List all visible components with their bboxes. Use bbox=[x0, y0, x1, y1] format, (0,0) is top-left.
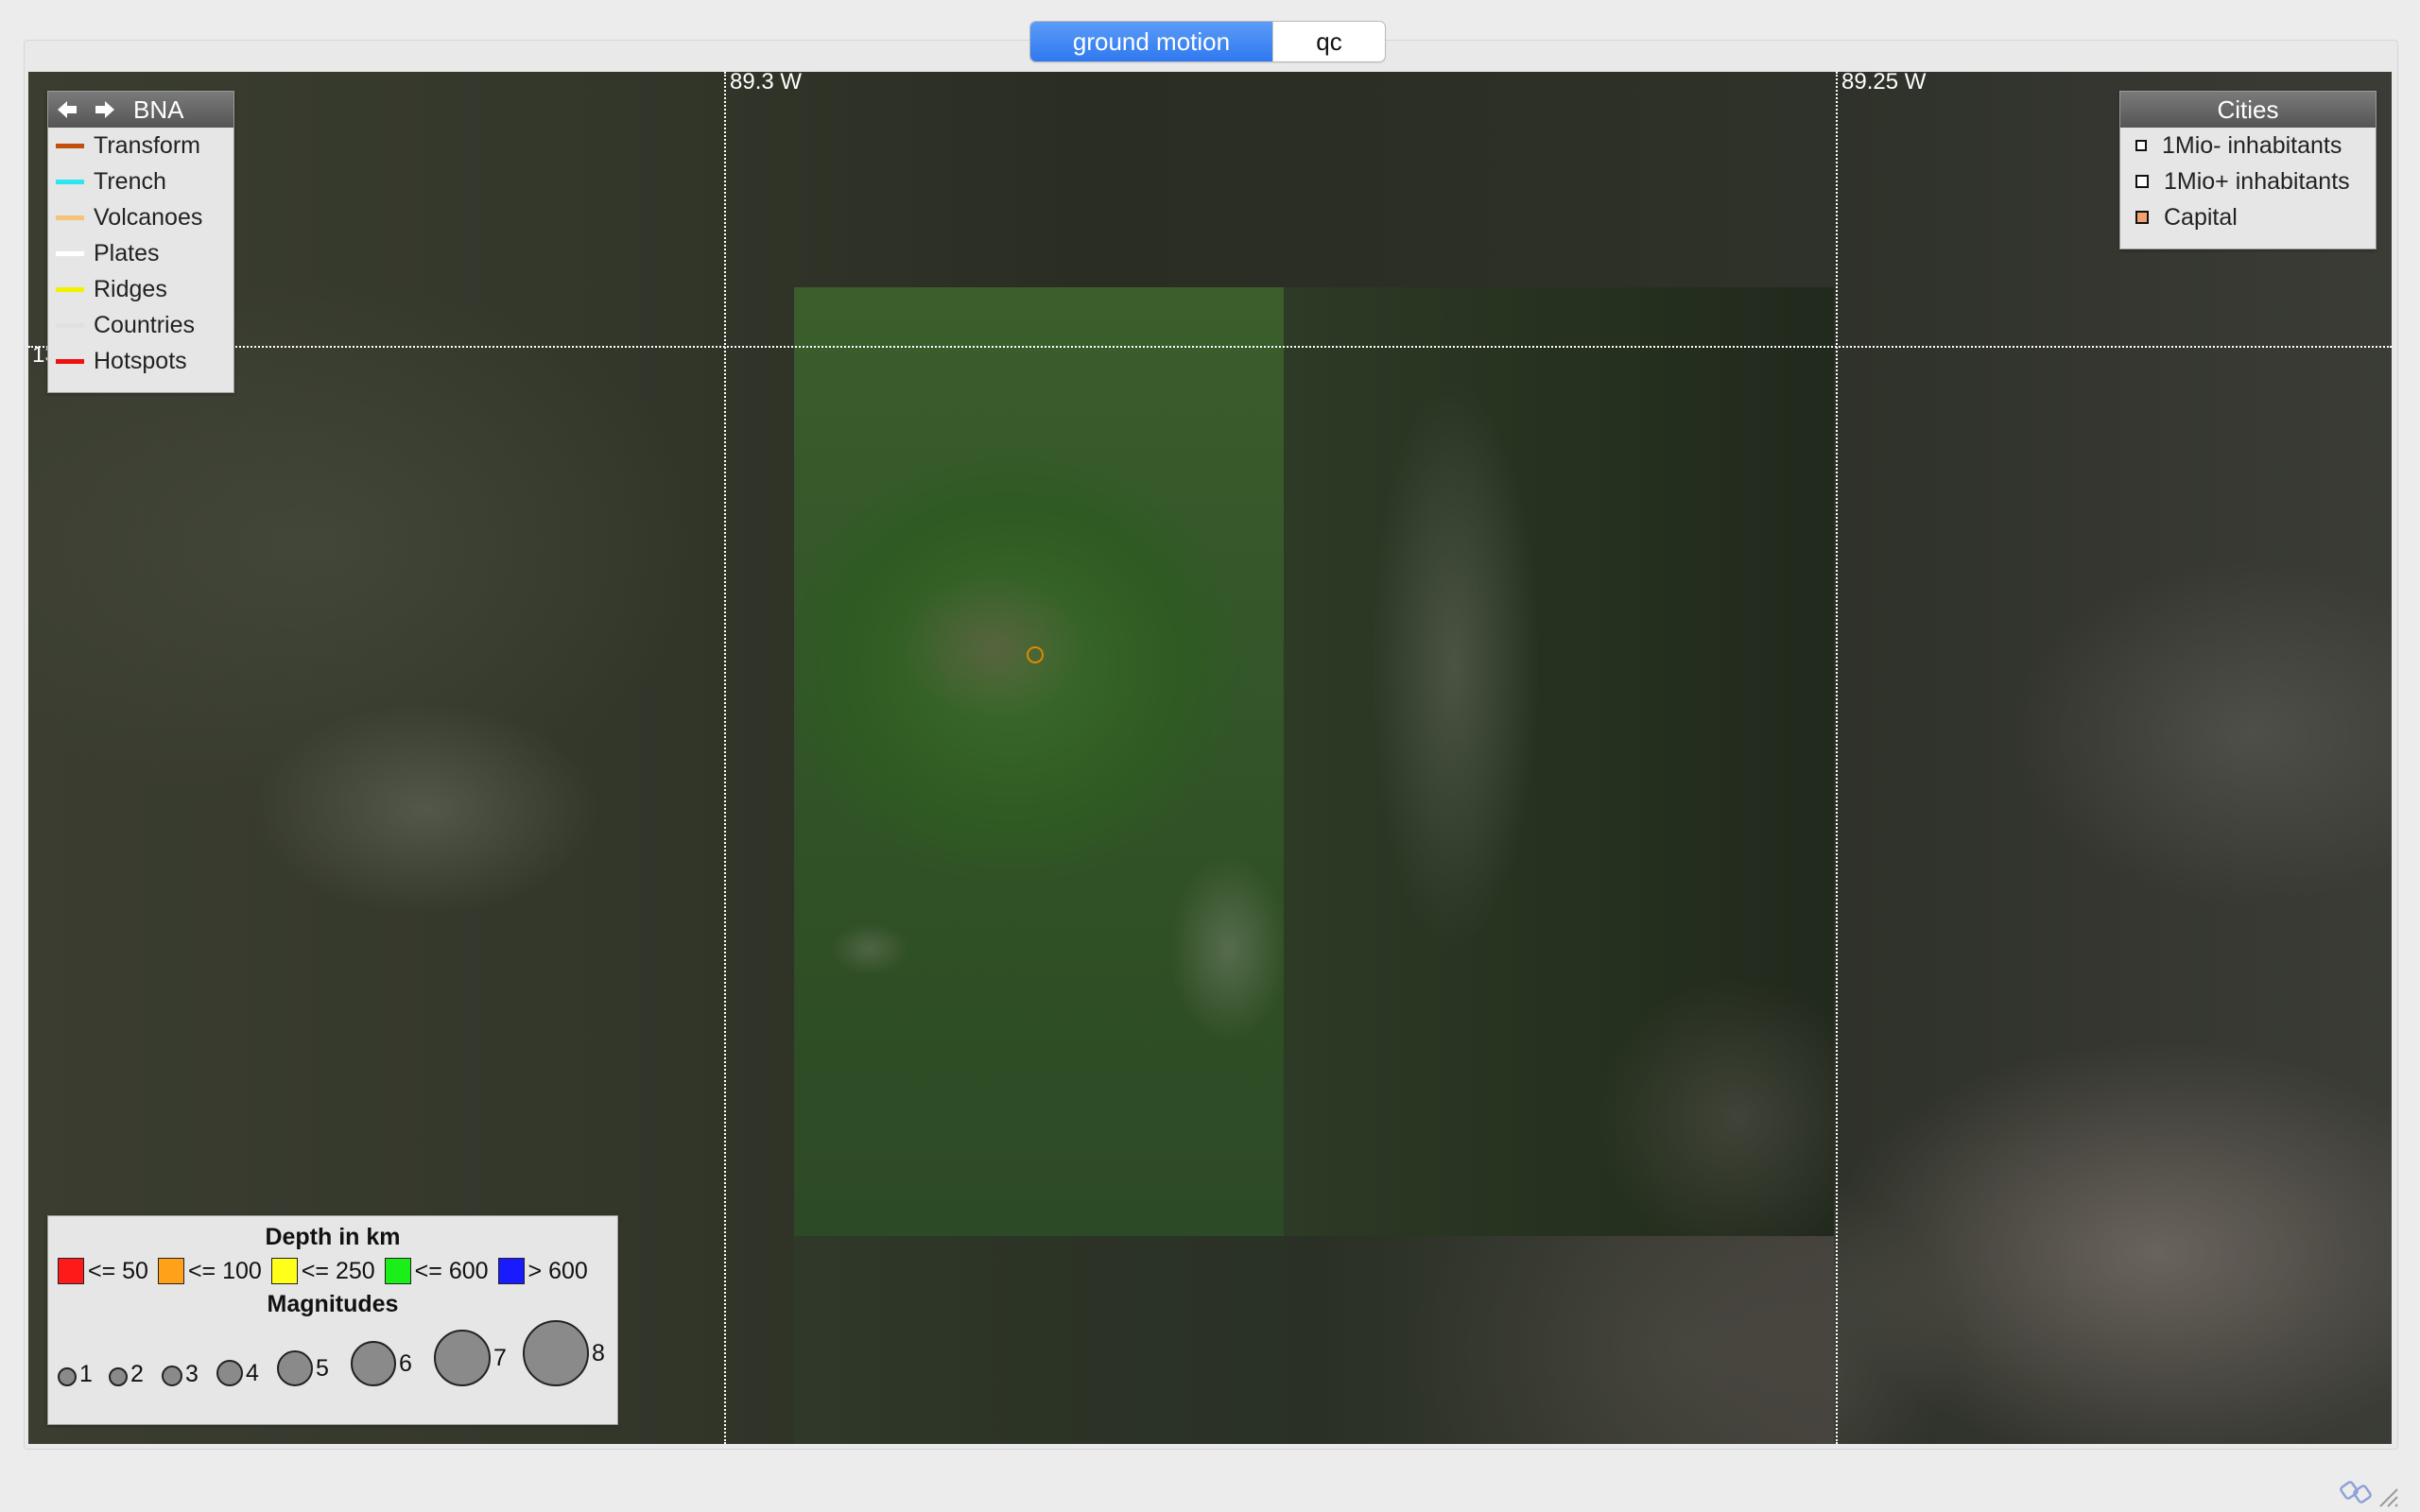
magnitude-legend-item: 7 bbox=[434, 1330, 507, 1386]
magnitude-legend-item: 8 bbox=[523, 1320, 605, 1386]
depth-legend-item: <= 250 bbox=[270, 1257, 375, 1285]
city-legend-item: 1Mio- inhabitants bbox=[2120, 128, 2376, 163]
cities-legend-title: Cities bbox=[2120, 92, 2376, 128]
city-legend-label: 1Mio- inhabitants bbox=[2162, 131, 2342, 159]
depth-legend-item: <= 50 bbox=[58, 1258, 148, 1285]
magnitude-legend-item: 2 bbox=[109, 1362, 144, 1386]
depth-legend-row: <= 50 <= 100 <= 250 <= 600 > 600 bbox=[48, 1251, 617, 1291]
layer-label: Trench bbox=[94, 167, 166, 195]
magnitude-label: 7 bbox=[493, 1345, 507, 1371]
magnitude-circle-icon bbox=[434, 1330, 491, 1386]
depth-legend-label: <= 100 bbox=[187, 1257, 262, 1284]
magnitude-circle-icon bbox=[162, 1366, 182, 1386]
layer-label: Volcanoes bbox=[94, 203, 203, 231]
depth-magnitude-legend: Depth in km <= 50 <= 100 <= 250 <= 600 > 600… bbox=[47, 1215, 618, 1425]
city-legend-label: 1Mio+ inhabitants bbox=[2164, 167, 2350, 195]
magnitude-circle-icon bbox=[277, 1350, 313, 1386]
layer-item-countries[interactable]: Countries bbox=[48, 307, 233, 343]
city-marker-icon bbox=[2135, 140, 2147, 151]
tab-qc[interactable]: qc bbox=[1272, 22, 1385, 61]
magnitude-circle-icon bbox=[351, 1341, 396, 1386]
satellite-tile-south bbox=[794, 1236, 1834, 1444]
layer-item-transform[interactable]: Transform bbox=[48, 128, 233, 163]
magnitude-circle-icon bbox=[216, 1360, 243, 1386]
magnitude-legend-item: 4 bbox=[216, 1360, 259, 1386]
magnitude-legend-item: 6 bbox=[351, 1341, 412, 1386]
cities-legend: Cities 1Mio- inhabitants 1Mio+ inhabitant… bbox=[2119, 91, 2377, 249]
connection-icon[interactable] bbox=[2335, 1474, 2401, 1508]
layer-swatch bbox=[56, 179, 84, 184]
layers-legend-title: BNA bbox=[133, 94, 184, 124]
magnitude-legend-title: Magnitudes bbox=[267, 1291, 399, 1317]
layer-label: Ridges bbox=[94, 275, 167, 302]
satellite-tile-east bbox=[1284, 287, 1834, 1236]
magnitude-label: 1 bbox=[79, 1361, 93, 1387]
magnitude-label: 8 bbox=[592, 1340, 605, 1366]
layer-label: Countries bbox=[94, 311, 195, 338]
magnitude-label: 3 bbox=[185, 1361, 199, 1387]
depth-legend-label: <= 600 bbox=[414, 1257, 489, 1284]
layers-legend: BNA Transform Trench Volcanoes Plates Ridges… bbox=[47, 91, 234, 393]
magnitude-circle-icon bbox=[58, 1367, 77, 1386]
city-marker-icon bbox=[2135, 175, 2149, 188]
magnitude-legend-item: 3 bbox=[162, 1362, 199, 1386]
map-view[interactable]: 89.3 W 89.25 W 13.75 N BNA TransformTren… bbox=[28, 72, 2392, 1444]
layer-swatch bbox=[56, 286, 84, 292]
magnitude-circle-icon bbox=[523, 1320, 589, 1386]
depth-legend-label: <= 250 bbox=[301, 1257, 375, 1284]
event-epicenter-marker[interactable] bbox=[1027, 646, 1044, 663]
layer-item-plates[interactable]: Plates bbox=[48, 235, 233, 271]
layer-label: Plates bbox=[94, 239, 160, 266]
tab-ground-motion[interactable]: ground motion bbox=[1030, 22, 1272, 61]
longitude-label-2: 89.25 W bbox=[1841, 72, 1927, 94]
longitude-label-1: 89.3 W bbox=[730, 72, 803, 94]
city-legend-item: Capital bbox=[2120, 199, 2376, 235]
latitude-gridline-1 bbox=[28, 346, 2392, 348]
satellite-tile-hires bbox=[794, 287, 1284, 1236]
magnitude-legend-item: 5 bbox=[277, 1350, 329, 1386]
layer-swatch bbox=[56, 215, 84, 220]
depth-swatch bbox=[384, 1258, 411, 1284]
magnitude-legend-item: 1 bbox=[58, 1362, 93, 1386]
magnitude-label: 5 bbox=[316, 1355, 329, 1382]
arrow-left-icon[interactable] bbox=[48, 92, 86, 128]
layer-label: Hotspots bbox=[94, 347, 187, 374]
depth-swatch bbox=[497, 1258, 525, 1284]
city-legend-item: 1Mio+ inhabitants bbox=[2120, 163, 2376, 199]
layers-legend-header: BNA bbox=[48, 92, 233, 128]
arrow-right-icon[interactable] bbox=[86, 92, 124, 128]
longitude-gridline-2 bbox=[1836, 72, 1838, 1444]
depth-legend-item: > 600 bbox=[497, 1257, 588, 1285]
layer-swatch bbox=[56, 250, 84, 256]
layer-swatch bbox=[56, 143, 84, 148]
depth-legend-item: <= 100 bbox=[157, 1257, 262, 1285]
magnitude-circle-icon bbox=[109, 1367, 128, 1386]
depth-legend-title: Depth in km bbox=[265, 1224, 401, 1250]
layer-item-trench[interactable]: Trench bbox=[48, 163, 233, 199]
magnitude-legend-row: 1 2 3 4 5 6 7 8 bbox=[48, 1318, 617, 1394]
magnitude-label: 6 bbox=[399, 1350, 412, 1377]
depth-legend-item: <= 600 bbox=[384, 1257, 489, 1285]
city-marker-icon bbox=[2135, 211, 2149, 224]
tab-bar: ground motion qc bbox=[1029, 21, 1386, 62]
layer-item-ridges[interactable]: Ridges bbox=[48, 271, 233, 307]
layer-swatch bbox=[56, 322, 84, 328]
longitude-gridline-1 bbox=[724, 72, 726, 1444]
depth-legend-label: <= 50 bbox=[88, 1257, 148, 1284]
depth-swatch bbox=[270, 1258, 298, 1284]
city-legend-label: Capital bbox=[2164, 203, 2238, 231]
depth-swatch bbox=[157, 1258, 184, 1284]
layer-label: Transform bbox=[94, 131, 200, 159]
depth-legend-label: > 600 bbox=[527, 1257, 588, 1284]
layer-swatch bbox=[56, 358, 84, 364]
depth-swatch bbox=[58, 1258, 84, 1284]
magnitude-label: 2 bbox=[130, 1361, 144, 1387]
magnitude-label: 4 bbox=[246, 1360, 259, 1386]
layer-item-volcanoes[interactable]: Volcanoes bbox=[48, 199, 233, 235]
layer-item-hotspots[interactable]: Hotspots bbox=[48, 343, 233, 379]
